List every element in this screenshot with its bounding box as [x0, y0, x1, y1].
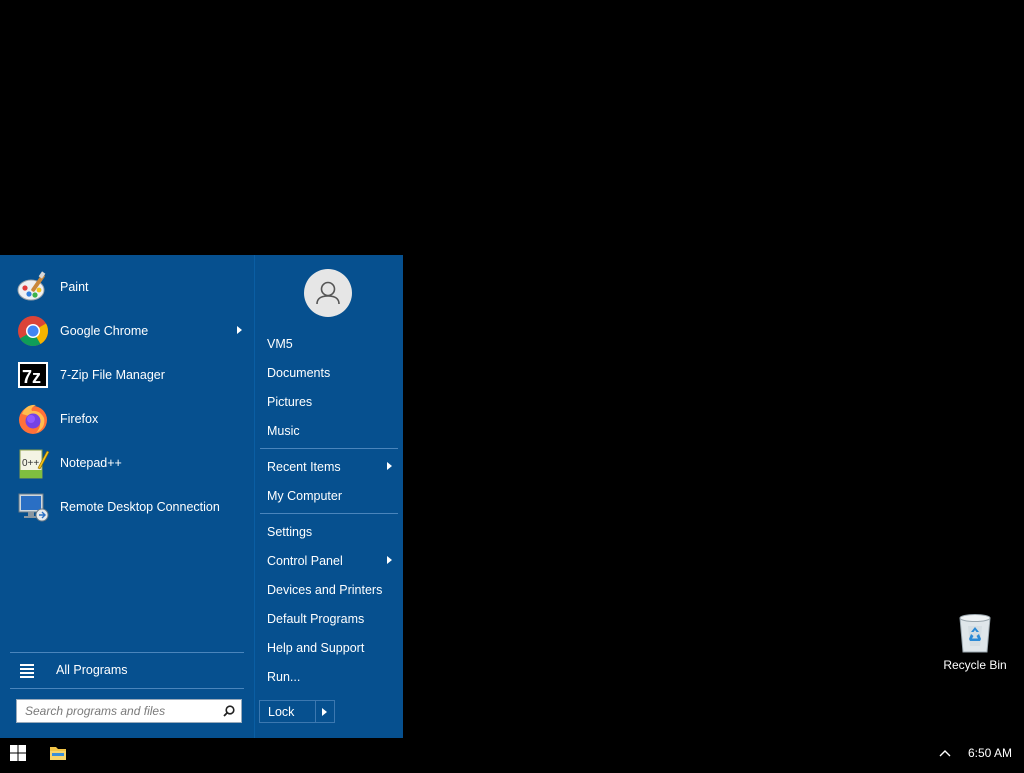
place-item-default-programs[interactable]: Default Programs: [255, 604, 404, 633]
place-item-my-computer[interactable]: My Computer: [255, 481, 404, 510]
pinned-app-label: Paint: [60, 280, 89, 294]
pinned-app-google-chrome[interactable]: Google Chrome: [10, 311, 246, 351]
paint-icon: [16, 270, 50, 304]
place-label: Pictures: [267, 394, 313, 409]
pinned-app-label: Google Chrome: [60, 324, 149, 338]
submenu-arrow-icon: [387, 556, 392, 564]
pinned-app-label: Firefox: [60, 412, 99, 426]
place-label: Help and Support: [267, 640, 365, 655]
place-label: Recent Items: [267, 459, 341, 474]
place-item-music[interactable]: Music: [255, 416, 404, 445]
place-item-pictures[interactable]: Pictures: [255, 387, 404, 416]
place-item-help-support[interactable]: Help and Support: [255, 633, 404, 662]
search-input[interactable]: [23, 703, 217, 719]
lock-button[interactable]: Lock: [260, 701, 316, 722]
separator: [260, 448, 398, 449]
taskbar-file-explorer[interactable]: [40, 738, 74, 768]
svg-text:7z: 7z: [22, 367, 41, 387]
start-menu-programs-pane: Paint Google Chrome 7z 7-Zip File Manage…: [0, 255, 254, 738]
place-item-documents[interactable]: Documents: [255, 358, 404, 387]
pinned-app-label: Notepad++: [60, 456, 122, 470]
recycle-bin-icon: [959, 614, 991, 653]
chrome-icon: [16, 314, 50, 348]
separator: [10, 652, 244, 653]
pinned-app-firefox[interactable]: Firefox: [10, 399, 246, 439]
user-avatar[interactable]: [304, 269, 352, 317]
place-item-run[interactable]: Run...: [255, 662, 404, 691]
place-item-settings[interactable]: Settings: [255, 517, 404, 546]
place-item-control-panel[interactable]: Control Panel: [255, 546, 404, 575]
place-label: Music: [267, 423, 300, 438]
7zip-icon: 7z: [16, 358, 50, 392]
power-options-arrow-button[interactable]: [316, 701, 334, 722]
start-menu-places-pane: VM5 Documents Pictures Music Recent Item…: [254, 255, 404, 738]
taskbar: 6:50 AM: [0, 738, 1024, 768]
place-item-vm5[interactable]: VM5: [255, 329, 404, 358]
all-programs-label: All Programs: [56, 663, 128, 677]
user-icon: [316, 281, 340, 305]
lock-button-group: Lock: [259, 700, 335, 723]
show-hidden-icons-chevron-icon[interactable]: [934, 746, 956, 760]
place-label: My Computer: [267, 488, 343, 503]
folder-icon: [50, 747, 66, 760]
search-icon[interactable]: [223, 705, 235, 717]
place-label: VM5: [267, 336, 293, 351]
start-menu: Paint Google Chrome 7z 7-Zip File Manage…: [0, 255, 403, 738]
place-label: Documents: [267, 365, 331, 380]
taskbar-clock[interactable]: 6:50 AM: [962, 738, 1018, 768]
separator: [260, 513, 398, 514]
submenu-arrow-icon: [237, 326, 242, 334]
place-item-recent-items[interactable]: Recent Items: [255, 452, 404, 481]
place-label: Default Programs: [267, 611, 365, 626]
all-programs-button[interactable]: All Programs: [10, 655, 244, 685]
notepadpp-icon: 0++: [16, 446, 50, 480]
pinned-app-label: Remote Desktop Connection: [60, 500, 220, 514]
svg-text:0++: 0++: [22, 458, 39, 469]
place-label: Run...: [267, 669, 301, 684]
pinned-app-notepadpp[interactable]: 0++ Notepad++: [10, 443, 246, 483]
pinned-app-7zip[interactable]: 7z 7-Zip File Manager: [10, 355, 246, 395]
place-label: Settings: [267, 524, 313, 539]
remote-desktop-icon: [16, 490, 50, 524]
search-box[interactable]: [16, 699, 242, 723]
pinned-app-paint[interactable]: Paint: [10, 267, 246, 307]
separator: [10, 688, 244, 689]
place-label: Control Panel: [267, 553, 343, 568]
pinned-app-label: 7-Zip File Manager: [60, 368, 165, 382]
list-icon: [20, 663, 34, 678]
start-button[interactable]: [0, 738, 36, 768]
submenu-arrow-icon: [387, 462, 392, 470]
windows-logo-icon: [10, 745, 26, 761]
firefox-icon: [16, 402, 50, 436]
recycle-bin[interactable]: Recycle Bin: [940, 612, 1010, 682]
place-label: Devices and Printers: [267, 582, 383, 597]
place-item-devices-printers[interactable]: Devices and Printers: [255, 575, 404, 604]
pinned-app-remote-desktop[interactable]: Remote Desktop Connection: [10, 487, 246, 527]
recycle-bin-label: Recycle Bin: [943, 658, 1007, 672]
